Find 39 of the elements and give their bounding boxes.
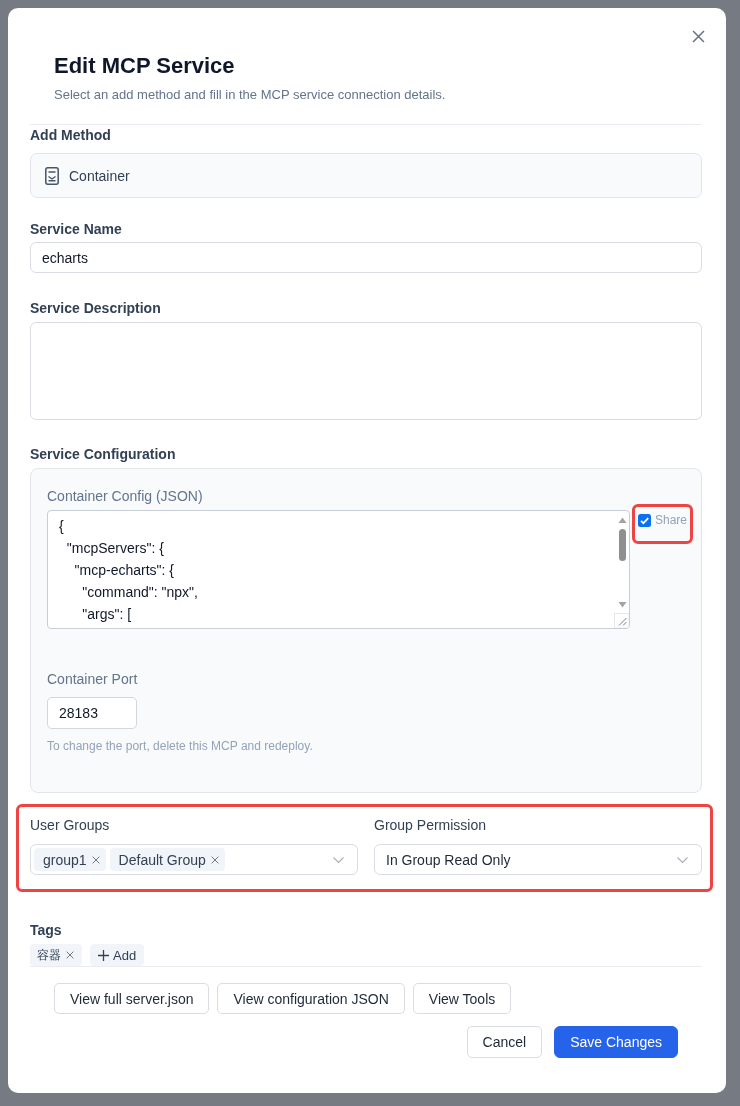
help-text: To change the port, delete this MCP and redeploy. (47, 738, 314, 754)
field-label: Service Configuration (30, 445, 177, 464)
group-label: Default Group (118, 851, 206, 868)
field-label: Service Name (30, 220, 123, 239)
document-icon (45, 166, 59, 185)
chevron-down-icon (677, 856, 688, 863)
field-label: Add Method (30, 126, 112, 145)
field-label: Container Config (JSON) (47, 487, 204, 506)
checkbox[interactable] (638, 514, 651, 527)
action-button[interactable]: View configuration JSON (217, 983, 405, 1014)
config-textarea[interactable]: { "mcpServers": { "mcp-echarts": { "command": "npx", "args": [ (47, 510, 630, 629)
cancel-button[interactable]: Cancel (466, 1026, 543, 1058)
user-groups-select[interactable]: group1 Default Group (30, 844, 358, 875)
dialog-title: Edit MCP Service (54, 52, 236, 80)
group-label: group1 (43, 851, 87, 868)
permission-select[interactable]: In Group Read Only (374, 844, 702, 875)
action-button[interactable]: View full server.json (54, 983, 210, 1014)
close-icon[interactable] (91, 855, 100, 864)
field-label: Container Port (47, 670, 139, 689)
field-label: Service Description (30, 299, 162, 318)
close-icon (692, 30, 705, 43)
plus-icon (98, 949, 109, 961)
field-label: User Groups (30, 816, 111, 835)
add-tag-button[interactable]: Add (90, 944, 145, 966)
chevron-down-icon (333, 856, 344, 863)
action-button[interactable]: View Tools (412, 983, 512, 1014)
port-input[interactable]: 28183 (47, 697, 137, 729)
field-label: Group Permission (374, 816, 488, 835)
service-name-input[interactable]: echarts (30, 242, 702, 273)
close-icon[interactable] (66, 951, 74, 959)
method-label: Container (69, 167, 130, 184)
close-icon[interactable] (210, 855, 219, 864)
field-label: Tags (30, 921, 63, 940)
resize-grip-icon[interactable] (614, 613, 629, 628)
tag-label: 容器 (37, 946, 61, 964)
dialog-subtitle: Select an add method and fill in the MCP service connection details. (54, 86, 447, 104)
share-label: Share (655, 514, 688, 527)
save-button[interactable]: Save Changes (554, 1026, 678, 1058)
close-button[interactable] (690, 28, 707, 45)
